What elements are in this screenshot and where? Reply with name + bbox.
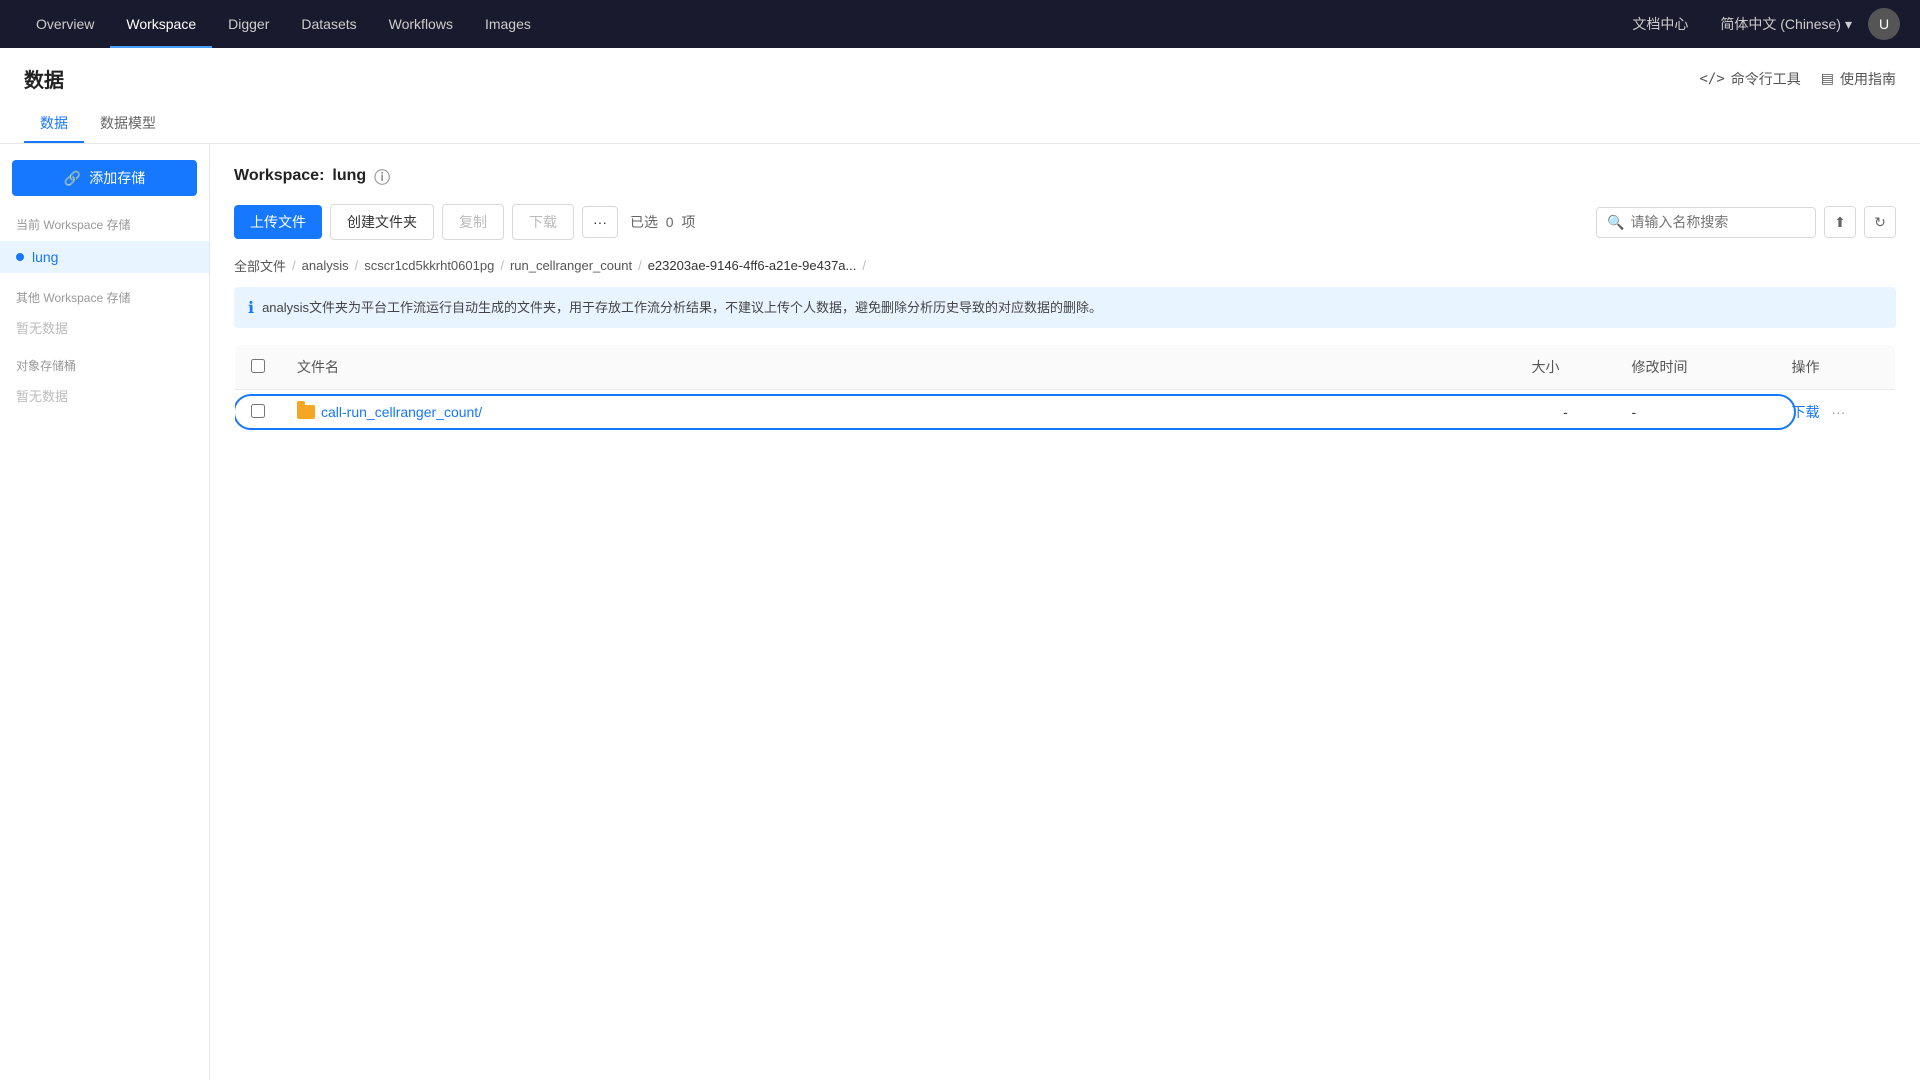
file-time: -	[1616, 390, 1776, 435]
other-workspace-section: 其他 Workspace 存储	[0, 285, 209, 310]
nav-item-workflows[interactable]: Workflows	[373, 0, 469, 48]
tab-data-model[interactable]: 数据模型	[84, 105, 172, 143]
create-folder-button[interactable]: 创建文件夹	[330, 204, 434, 240]
breadcrumb-all-files[interactable]: 全部文件	[234, 256, 286, 275]
add-storage-button[interactable]: 🔗 添加存储	[12, 160, 197, 196]
info-banner: ℹ analysis文件夹为平台工作流运行自动生成的文件夹，用于存放工作流分析结…	[234, 287, 1896, 328]
page-header: 数据 </> 命令行工具 ▤ 使用指南 数据 数据模型	[0, 48, 1920, 144]
top-navigation: Overview Workspace Digger Datasets Workf…	[0, 0, 1920, 48]
current-workspace-section: 当前 Workspace 存储	[0, 212, 209, 237]
other-workspace-empty: 暂无数据	[0, 314, 209, 341]
file-actions: 下载 ···	[1776, 390, 1896, 435]
workspace-title-row: Workspace: lung ⓘ	[234, 164, 1896, 188]
page-title-row: 数据 </> 命令行工具 ▤ 使用指南	[24, 64, 1896, 93]
nav-items: Overview Workspace Digger Datasets Workf…	[20, 0, 1616, 48]
upload-icon-button[interactable]: ⬆	[1824, 206, 1856, 238]
nav-item-images[interactable]: Images	[469, 0, 547, 48]
nav-item-datasets[interactable]: Datasets	[285, 0, 372, 48]
search-input[interactable]	[1630, 214, 1805, 230]
breadcrumb-analysis[interactable]: analysis	[302, 258, 349, 273]
selected-count-label: 已选 0 项	[630, 212, 695, 232]
row-checkbox[interactable]	[251, 404, 265, 418]
breadcrumb-current: e23203ae-9146-4ff6-a21e-9e437a...	[648, 258, 857, 273]
filename-column-header: 文件名	[281, 345, 1516, 390]
tab-data[interactable]: 数据	[24, 105, 84, 143]
action-column-header: 操作	[1776, 345, 1896, 390]
search-icon: 🔍	[1607, 214, 1624, 231]
nav-item-overview[interactable]: Overview	[20, 0, 110, 48]
select-all-checkbox[interactable]	[251, 359, 265, 373]
language-selector[interactable]: 简体中文 (Chinese) ▾	[1720, 14, 1852, 34]
breadcrumb: 全部文件 / analysis / scscr1cd5kkrht0601pg /…	[234, 256, 1896, 275]
table-header-row: 文件名 大小 修改时间 操作	[235, 345, 1896, 390]
help-icon[interactable]: ⓘ	[374, 164, 390, 188]
refresh-icon: ↻	[1874, 214, 1886, 231]
time-column-header: 修改时间	[1616, 345, 1776, 390]
breadcrumb-scscr[interactable]: scscr1cd5kkrht0601pg	[364, 258, 494, 273]
user-avatar[interactable]: U	[1868, 8, 1900, 40]
breadcrumb-run-cellranger[interactable]: run_cellranger_count	[510, 258, 632, 273]
file-table: 文件名 大小 修改时间 操作	[234, 344, 1896, 435]
content-panel: Workspace: lung ⓘ 上传文件 创建文件夹 复制 下载 ··· 已…	[210, 144, 1920, 1080]
page-wrapper: 数据 </> 命令行工具 ▤ 使用指南 数据 数据模型 🔗 添加存储	[0, 48, 1920, 1080]
object-storage-section: 对象存储桶	[0, 353, 209, 378]
object-storage-empty: 暂无数据	[0, 382, 209, 409]
folder-link[interactable]: call-run_cellranger_count/	[297, 404, 1500, 420]
page-header-actions: </> 命令行工具 ▤ 使用指南	[1699, 69, 1896, 89]
page-title: 数据	[24, 64, 64, 93]
toolbar: 上传文件 创建文件夹 复制 下载 ··· 已选 0 项 🔍 ⬆	[234, 204, 1896, 240]
active-dot-icon	[16, 253, 24, 261]
checkbox-column-header	[235, 345, 282, 390]
toolbar-right: 🔍 ⬆ ↻	[1596, 206, 1896, 238]
download-button[interactable]: 下载	[512, 204, 574, 240]
page-tabs: 数据 数据模型	[24, 105, 1896, 143]
file-size: -	[1516, 390, 1616, 435]
main-content: 🔗 添加存储 当前 Workspace 存储 lung 其他 Workspace…	[0, 144, 1920, 1080]
usage-guide-button[interactable]: ▤ 使用指南	[1821, 69, 1896, 89]
size-column-header: 大小	[1516, 345, 1616, 390]
more-actions-button[interactable]: ···	[582, 206, 618, 238]
sidebar-item-lung[interactable]: lung	[0, 241, 209, 273]
sidebar: 🔗 添加存储 当前 Workspace 存储 lung 其他 Workspace…	[0, 144, 210, 1080]
table-row: call-run_cellranger_count/ - - 下载 ···	[235, 390, 1896, 435]
docs-center-link[interactable]: 文档中心	[1616, 0, 1704, 48]
copy-button[interactable]: 复制	[442, 204, 504, 240]
nav-item-workspace[interactable]: Workspace	[110, 0, 212, 48]
cli-tool-button[interactable]: </> 命令行工具	[1699, 69, 1800, 89]
download-action-link[interactable]: 下载	[1792, 404, 1820, 420]
more-action-link[interactable]: ···	[1831, 404, 1845, 420]
search-box: 🔍	[1596, 207, 1816, 238]
upload-file-button[interactable]: 上传文件	[234, 205, 322, 239]
nav-item-digger[interactable]: Digger	[212, 0, 285, 48]
info-icon: ℹ	[248, 298, 254, 318]
refresh-button[interactable]: ↻	[1864, 206, 1896, 238]
upload-icon: ⬆	[1834, 214, 1846, 231]
nav-right: 文档中心 简体中文 (Chinese) ▾ U	[1616, 0, 1900, 48]
